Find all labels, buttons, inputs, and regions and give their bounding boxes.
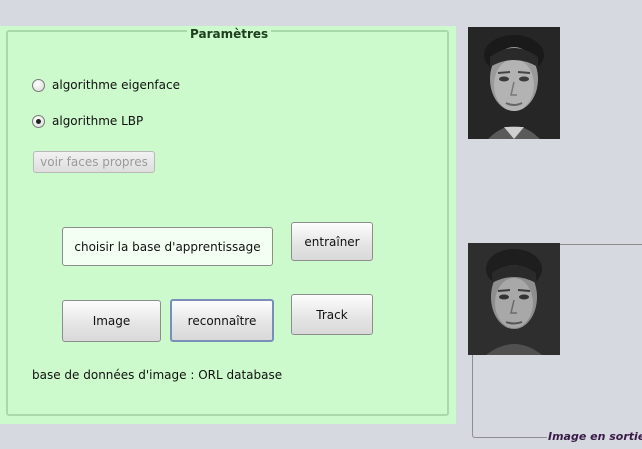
radio-eigenface-label: algorithme eigenface: [52, 78, 180, 92]
radio-unchecked-icon[interactable]: [32, 78, 45, 92]
image-button[interactable]: Image: [62, 300, 161, 342]
radio-checked-icon[interactable]: [32, 114, 45, 128]
output-label: Image en sortie: [547, 430, 642, 443]
input-face-image: [468, 27, 560, 139]
parameters-title: Paramètres: [187, 27, 272, 41]
face-photo-icon: [468, 243, 560, 355]
database-label: base de données d'image : ORL database: [32, 368, 283, 382]
choose-training-base-button[interactable]: choisir la base d'apprentissage: [62, 227, 273, 266]
face-photo-icon: [468, 27, 560, 139]
train-button[interactable]: entraîner: [291, 222, 373, 261]
recognize-button[interactable]: reconnaître: [170, 299, 274, 342]
output-face-image: [468, 243, 560, 355]
radio-eigenface[interactable]: algorithme eigenface: [32, 78, 180, 92]
view-eigenfaces-button[interactable]: voir faces propres: [33, 151, 155, 173]
radio-lbp-label: algorithme LBP: [52, 114, 144, 128]
radio-lbp[interactable]: algorithme LBP: [32, 114, 143, 128]
track-button[interactable]: Track: [291, 294, 373, 335]
